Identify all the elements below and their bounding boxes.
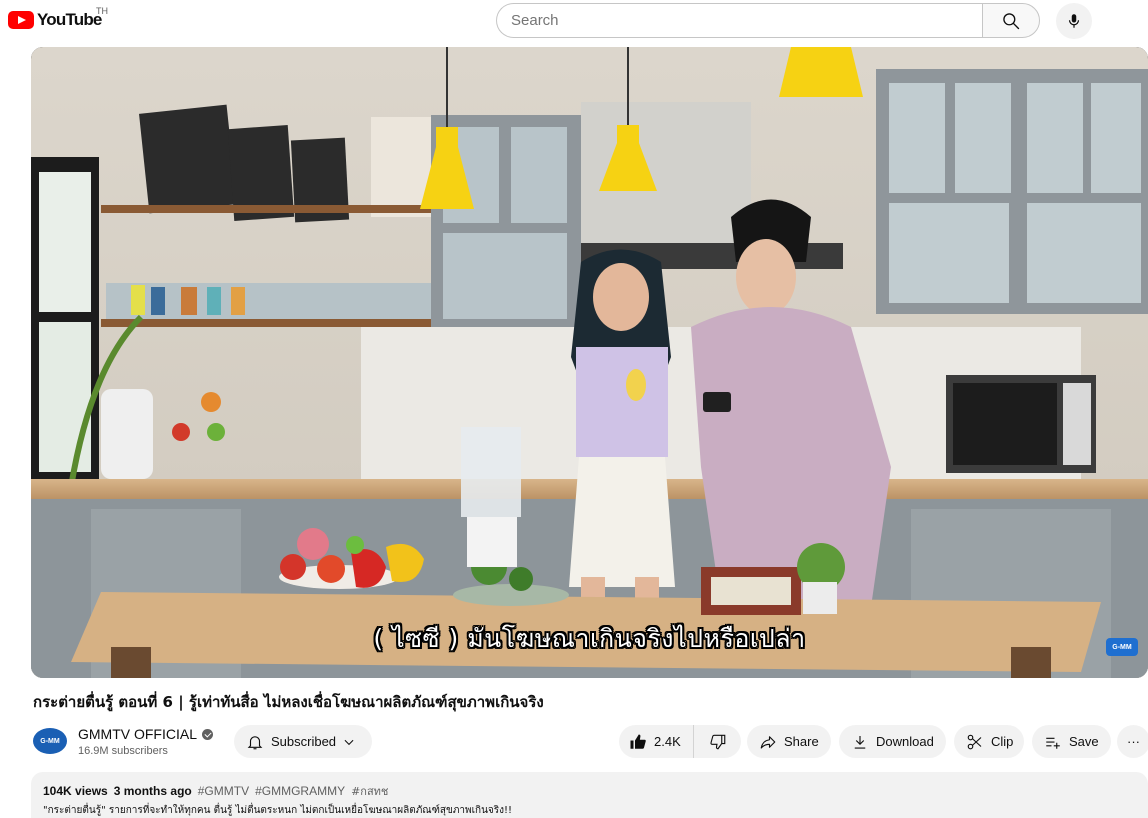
description-text: "กระต่ายตื่นรู้" รายการที่จะทำให้ทุกคน ต… xyxy=(43,805,513,816)
video-frame xyxy=(31,47,1148,678)
share-label: Share xyxy=(784,734,819,749)
thumbs-down-icon xyxy=(709,734,725,749)
voice-search-button[interactable] xyxy=(1056,3,1092,39)
search-bar xyxy=(496,3,1040,38)
microphone-icon xyxy=(1068,14,1080,28)
video-title: กระต่ายตื่นรู้ ตอนที่ 6 | รู้เท่าทันสื่อ… xyxy=(33,693,544,711)
playlist-add-icon xyxy=(1046,737,1060,749)
share-button[interactable]: Share xyxy=(747,725,831,758)
scissors-icon xyxy=(967,734,982,749)
channel-name[interactable]: GMMTV OFFICIAL xyxy=(78,726,213,742)
download-label: Download xyxy=(876,734,934,749)
search-button[interactable] xyxy=(982,3,1040,38)
search-input[interactable] xyxy=(496,3,982,38)
channel-name-text: GMMTV OFFICIAL xyxy=(78,726,197,742)
country-code: TH xyxy=(96,6,108,16)
view-count: 104K views xyxy=(43,784,108,798)
search-icon xyxy=(1003,12,1020,29)
clip-label: Clip xyxy=(991,734,1014,749)
like-dislike-group: 2.4K xyxy=(619,725,741,758)
like-button[interactable]: 2.4K xyxy=(619,725,694,758)
hashtag-gmmgrammy[interactable]: #GMMGRAMMY xyxy=(255,784,345,798)
youtube-logo-icon xyxy=(8,11,34,29)
subscriber-count: 16.9M subscribers xyxy=(78,745,168,757)
save-button[interactable]: Save xyxy=(1032,725,1111,758)
hashtag-gmmtv[interactable]: #GMMTV xyxy=(198,784,249,798)
video-player[interactable]: ( ไซซี ) มันโฆษณาเกินจริงไปหรือเปล่า G-M… xyxy=(31,47,1148,678)
download-icon xyxy=(854,735,866,749)
upload-age: 3 months ago xyxy=(113,784,192,798)
masthead: YouTube TH xyxy=(0,0,1148,44)
download-button[interactable]: Download xyxy=(839,725,946,758)
description-box[interactable]: 104K views 3 months ago #GMMTV #GMMGRAMMY #ก… xyxy=(31,772,1148,818)
dislike-button[interactable] xyxy=(694,725,741,758)
description-meta: 104K views 3 months ago #GMMTV #GMMGRAMMY #ก… xyxy=(43,782,1136,800)
like-count: 2.4K xyxy=(654,734,681,749)
channel-watermark[interactable]: G-MM xyxy=(1106,638,1138,656)
subscribed-label: Subscribed xyxy=(271,734,337,749)
save-label: Save xyxy=(1069,734,1099,749)
youtube-logo[interactable]: YouTube xyxy=(8,10,102,30)
channel-actions-row: G-MM GMMTV OFFICIAL 16.9M subscribers Su… xyxy=(33,724,1148,760)
clip-button[interactable]: Clip xyxy=(954,725,1024,758)
more-icon: ··· xyxy=(1127,734,1140,749)
subscribed-button[interactable]: Subscribed xyxy=(234,725,372,758)
video-subtitle: ( ไซซี ) มันโฆษณาเกินจริงไปหรือเปล่า xyxy=(373,624,806,653)
more-actions-button[interactable]: ··· xyxy=(1117,725,1148,758)
channel-avatar[interactable]: G-MM xyxy=(33,728,67,754)
logo-text: YouTube xyxy=(37,10,102,29)
hashtag-nbtc[interactable]: #กสทช xyxy=(351,785,388,798)
bell-icon xyxy=(247,735,263,749)
thumbs-up-icon xyxy=(630,734,646,749)
verified-badge-icon xyxy=(202,728,213,740)
share-icon xyxy=(760,735,776,749)
chevron-down-icon xyxy=(344,739,354,745)
